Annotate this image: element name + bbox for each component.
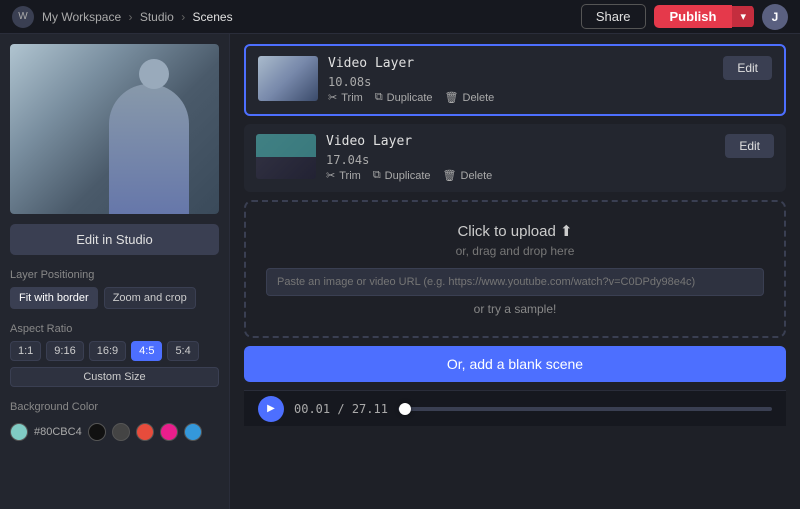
scissors-icon: ✂	[328, 91, 337, 104]
layer-duration-1: 10.08s	[328, 75, 713, 89]
bg-color-label: Background Color	[10, 401, 219, 413]
main-layout: Edit in Studio Layer Positioning Fit wit…	[0, 34, 800, 509]
aspect-9-16-button[interactable]: 9:16	[46, 341, 83, 361]
color-swatch-pink[interactable]	[160, 423, 178, 441]
play-icon: ▶	[267, 403, 275, 414]
color-swatch-black[interactable]	[88, 423, 106, 441]
share-button[interactable]: Share	[581, 4, 646, 29]
layer-card-1-top: Video Layer 10.08s ✂ Trim ⧉ Duplicate 🗑	[258, 56, 772, 104]
add-blank-scene-button[interactable]: Or, add a blank scene	[244, 346, 786, 382]
color-swatch-teal[interactable]	[10, 423, 28, 441]
layer-card-2: Video Layer 17.04s ✂ Trim ⧉ Duplicate 🗑	[244, 124, 786, 192]
topbar: W My Workspace › Studio › Scenes Share P…	[0, 0, 800, 34]
layer-actions-1: ✂ Trim ⧉ Duplicate 🗑 Delete	[328, 91, 713, 104]
positioning-buttons: Fit with border Zoom and crop	[10, 287, 219, 309]
duplicate-button-2[interactable]: ⧉ Duplicate	[373, 169, 431, 182]
edit-in-studio-button[interactable]: Edit in Studio	[10, 224, 219, 255]
layer-title-1: Video Layer	[328, 56, 713, 71]
aspect-ratio-label: Aspect Ratio	[10, 323, 219, 335]
bg-color-row: #80CBC4	[10, 423, 219, 441]
right-panel: Video Layer 10.08s ✂ Trim ⧉ Duplicate 🗑	[230, 34, 800, 509]
topbar-left: W My Workspace › Studio › Scenes	[12, 6, 233, 28]
workspace-logo: W	[12, 6, 34, 28]
aspect-16-9-button[interactable]: 16:9	[89, 341, 126, 361]
upload-area[interactable]: Click to upload ⬆ or, drag and drop here…	[244, 200, 786, 338]
fit-border-button[interactable]: Fit with border	[10, 287, 98, 309]
preview-image	[10, 44, 219, 214]
publish-dropdown-button[interactable]: ▾	[732, 6, 754, 27]
play-button[interactable]: ▶	[258, 396, 284, 422]
current-time: 00.01 / 27.11	[294, 402, 388, 416]
layer-card-2-top: Video Layer 17.04s ✂ Trim ⧉ Duplicate 🗑	[256, 134, 774, 182]
layer-card-1: Video Layer 10.08s ✂ Trim ⧉ Duplicate 🗑	[244, 44, 786, 116]
upload-title: Click to upload ⬆	[266, 222, 764, 240]
aspect-5-4-button[interactable]: 5:4	[167, 341, 198, 361]
duplicate-icon: ⧉	[375, 91, 383, 104]
timeline-playhead[interactable]	[399, 403, 411, 415]
color-swatch-blue[interactable]	[184, 423, 202, 441]
aspect-ratio-buttons: 1:1 9:16 16:9 4:5 5:4	[10, 341, 219, 361]
delete-button-1[interactable]: 🗑 Delete	[445, 91, 495, 104]
publish-button[interactable]: Publish	[654, 5, 733, 28]
custom-size-button[interactable]: Custom Size	[10, 367, 219, 387]
trash-icon: 🗑	[445, 91, 459, 104]
trim-button-1[interactable]: ✂ Trim	[328, 91, 363, 104]
layer-thumb-1	[258, 56, 318, 101]
layer-thumb-2	[256, 134, 316, 179]
trim-button-2[interactable]: ✂ Trim	[326, 169, 361, 182]
preview-area	[10, 44, 219, 214]
left-panel: Edit in Studio Layer Positioning Fit wit…	[0, 34, 230, 509]
zoom-crop-button[interactable]: Zoom and crop	[104, 287, 196, 309]
trash-icon-2: 🗑	[443, 169, 457, 182]
color-swatch-red[interactable]	[136, 423, 154, 441]
layer-actions-2: ✂ Trim ⧉ Duplicate 🗑 Delete	[326, 169, 715, 182]
layer-positioning-label: Layer Positioning	[10, 269, 219, 281]
delete-button-2[interactable]: 🗑 Delete	[443, 169, 493, 182]
upload-subtitle: or, drag and drop here	[266, 244, 764, 258]
layer-info-2: Video Layer 17.04s ✂ Trim ⧉ Duplicate 🗑	[326, 134, 715, 182]
edit-layer-2-button[interactable]: Edit	[725, 134, 774, 158]
breadcrumb: My Workspace › Studio › Scenes	[42, 10, 233, 24]
publish-group: Publish ▾	[654, 5, 754, 28]
scissors-icon-2: ✂	[326, 169, 335, 182]
duplicate-icon-2: ⧉	[373, 169, 381, 182]
timeline: ▶ 00.01 / 27.11	[244, 390, 786, 426]
layer-info-1: Video Layer 10.08s ✂ Trim ⧉ Duplicate 🗑	[328, 56, 713, 104]
color-hex-value: #80CBC4	[34, 426, 82, 438]
avatar: J	[762, 4, 788, 30]
aspect-4-5-button[interactable]: 4:5	[131, 341, 162, 361]
topbar-right: Share Publish ▾ J	[581, 4, 788, 30]
color-swatch-dark[interactable]	[112, 423, 130, 441]
layer-duration-2: 17.04s	[326, 153, 715, 167]
layer-title-2: Video Layer	[326, 134, 715, 149]
url-input[interactable]	[266, 268, 764, 296]
edit-layer-1-button[interactable]: Edit	[723, 56, 772, 80]
timeline-track[interactable]	[398, 407, 772, 411]
aspect-1-1-button[interactable]: 1:1	[10, 341, 41, 361]
duplicate-button-1[interactable]: ⧉ Duplicate	[375, 91, 433, 104]
sample-text: or try a sample!	[266, 302, 764, 316]
